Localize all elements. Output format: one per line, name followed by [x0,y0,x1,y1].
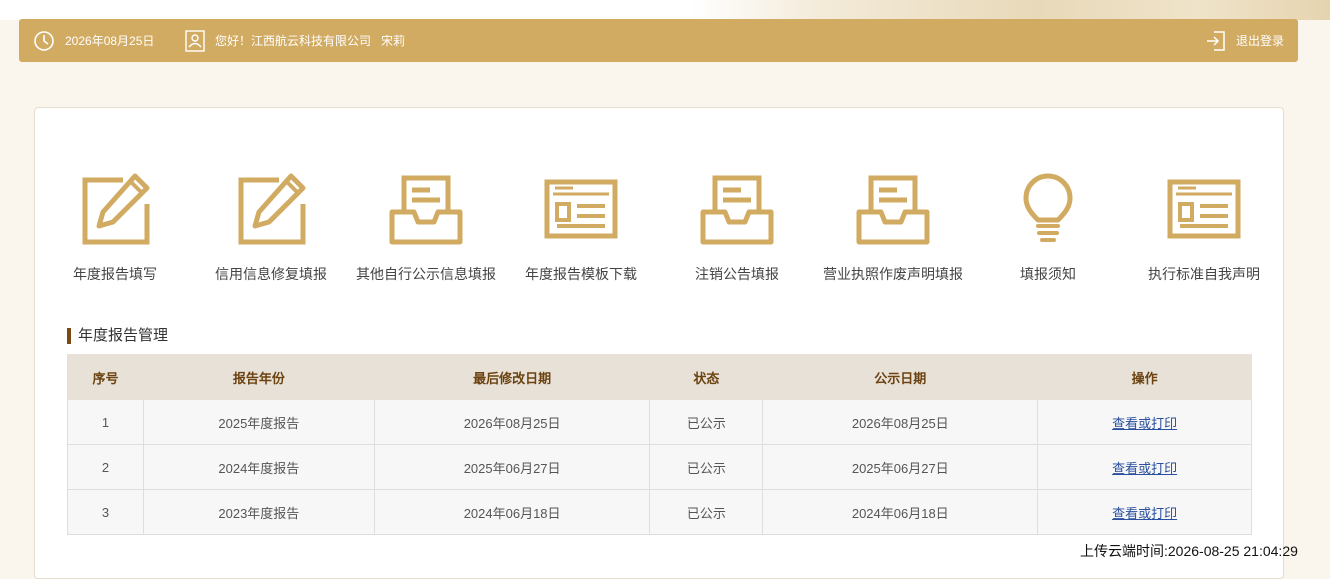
table-header-row: 序号 报告年份 最后修改日期 状态 公示日期 操作 [67,354,1252,400]
row-number: 1 [67,399,144,445]
last-modified-date: 2026年08月25日 [373,399,651,445]
template-form-icon [501,168,661,248]
tile-template-download[interactable]: 年度报告模板下载 [501,168,661,288]
top-decorative-banner [0,0,1330,20]
last-modified-date: 2025年06月27日 [373,444,651,490]
inbox-document-icon [657,168,817,248]
greeting-text: 您好！ [215,34,252,48]
column-header: 报告年份 [142,354,375,400]
tile-filing-instructions[interactable]: 填报须知 [968,168,1128,288]
last-modified-date: 2024年06月18日 [373,489,651,535]
table-row: 1 2025年度报告 2026年08月25日 已公示 2026年08月25日 查… [67,399,1252,445]
template-form-icon [1124,168,1284,248]
user-badge-icon [185,29,205,52]
report-year: 2023年度报告 [142,489,375,535]
tile-label: 其他自行公示信息填报 [356,266,496,282]
column-header: 操作 [1037,354,1252,400]
publish-date: 2024年06月18日 [762,489,1039,535]
tile-annual-report-fill[interactable]: 年度报告填写 [35,168,195,288]
tile-standard-self-declaration[interactable]: 执行标准自我声明 [1124,168,1284,288]
upload-timestamp: 上传云端时间:2026-08-25 21:04:29 [1080,543,1298,559]
action-cell: 查看或打印 [1037,444,1252,490]
company-name: 江西航云科技有限公司 [251,34,372,48]
tile-label: 年度报告填写 [73,266,157,282]
tile-label: 信用信息修复填报 [215,266,327,282]
column-header: 公示日期 [762,354,1039,400]
row-number: 3 [67,489,144,535]
tile-license-void-statement[interactable]: 营业执照作废声明填报 [813,168,973,288]
status: 已公示 [649,489,764,535]
publish-date: 2026年08月25日 [762,399,1039,445]
user-info: 您好！ 江西航云科技有限公司 宋莉 [185,19,405,62]
logout-button[interactable]: 退出登录 [1206,19,1284,62]
logout-icon [1206,30,1226,52]
column-header: 状态 [649,354,764,400]
tile-label: 年度报告模板下载 [525,266,637,282]
tile-other-disclosure[interactable]: 其他自行公示信息填报 [346,168,506,288]
logout-label: 退出登录 [1235,34,1284,48]
edit-icon [191,168,351,248]
current-date: 2026年08月25日 [65,34,155,48]
tile-cancellation-notice[interactable]: 注销公告填报 [657,168,817,288]
annual-report-table: 序号 报告年份 最后修改日期 状态 公示日期 操作 1 2025年度报告 202… [67,354,1252,535]
tile-label: 填报须知 [1020,266,1076,282]
view-print-link[interactable]: 查看或打印 [1112,461,1177,476]
lightbulb-icon [968,168,1128,248]
view-print-link[interactable]: 查看或打印 [1112,506,1177,521]
report-year: 2024年度报告 [142,444,375,490]
section-title: 年度报告管理 [67,326,168,346]
action-cell: 查看或打印 [1037,489,1252,535]
tile-credit-repair[interactable]: 信用信息修复填报 [191,168,351,288]
user-name: 宋莉 [381,34,406,48]
row-number: 2 [67,444,144,490]
publish-date: 2025年06月27日 [762,444,1039,490]
inbox-document-icon [813,168,973,248]
main-panel: 年度报告填写 信用信息修复填报 其他自行公示信息填报 年度报告模板下载 注销公告… [34,107,1284,579]
tile-label: 营业执照作废声明填报 [823,266,963,282]
tile-label: 注销公告填报 [695,266,779,282]
status: 已公示 [649,399,764,445]
tile-label: 执行标准自我声明 [1148,266,1260,282]
view-print-link[interactable]: 查看或打印 [1112,416,1177,431]
report-year: 2025年度报告 [142,399,375,445]
status: 已公示 [649,444,764,490]
column-header: 序号 [67,354,144,400]
action-cell: 查看或打印 [1037,399,1252,445]
table-row: 2 2024年度报告 2025年06月27日 已公示 2025年06月27日 查… [67,444,1252,490]
table-row: 3 2023年度报告 2024年06月18日 已公示 2024年06月18日 查… [67,489,1252,535]
header-bar: 2026年08月25日 您好！ 江西航云科技有限公司 宋莉 退出登录 [19,19,1298,62]
clock-icon [33,30,55,52]
column-header: 最后修改日期 [373,354,651,400]
edit-icon [35,168,195,248]
inbox-document-icon [346,168,506,248]
date-display: 2026年08月25日 [33,19,154,62]
